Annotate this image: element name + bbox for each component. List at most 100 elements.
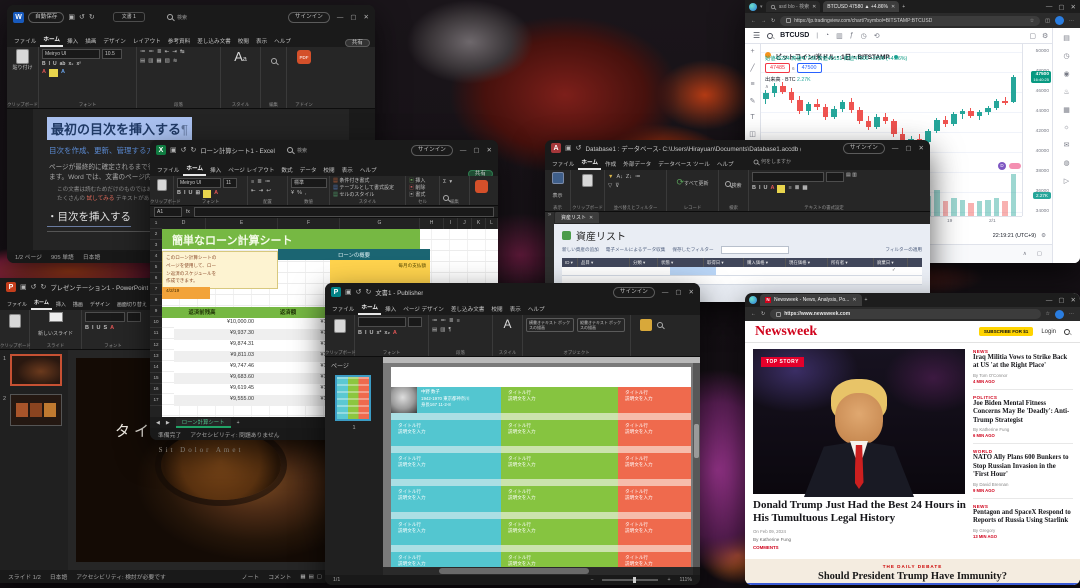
search-icon[interactable] [1064, 329, 1070, 335]
add-sheet-icon[interactable]: + [237, 420, 240, 426]
find-icon[interactable] [657, 322, 663, 328]
table-column-header[interactable]: 取得日 ▾ [704, 258, 744, 267]
row-header[interactable]: 4 [150, 251, 162, 262]
close-button[interactable]: ✕ [487, 146, 492, 154]
comments-button[interactable]: コメント [268, 572, 291, 581]
find-button[interactable]: 検索 [722, 172, 745, 192]
catalog-cell[interactable]: タイトル行説明文を入力 [391, 552, 501, 567]
cell-value[interactable]: ¥9,747.46 [174, 362, 260, 373]
menu-tab[interactable]: ホーム [40, 33, 63, 47]
menu-tab[interactable]: 挿入 [53, 299, 69, 310]
story-item[interactable]: NEWS Iraq Militia Vows to Strike Back at… [973, 349, 1073, 390]
table-column-header[interactable]: 所有者 ▾ [828, 258, 874, 267]
zoom-level[interactable]: 111% [680, 577, 693, 583]
row-header[interactable]: 6 [150, 273, 162, 284]
font-style-button[interactable]: B [42, 61, 46, 67]
column-header[interactable]: F [278, 218, 340, 229]
menu-tab[interactable]: デザイン [100, 35, 128, 47]
menu-tab[interactable]: ホーム [358, 301, 381, 315]
row-header[interactable]: 2 [150, 229, 162, 240]
paste-button[interactable] [582, 174, 593, 187]
format-table-button[interactable]: テーブルとして書式設定 [339, 185, 394, 191]
cell-value[interactable]: ¥9,683.60 [174, 373, 260, 384]
menu-tab[interactable]: データ [297, 164, 320, 176]
menu-tab[interactable]: ページ レイアウト [225, 164, 277, 176]
catalog-cell[interactable]: タイトル行説明文を入力 [501, 420, 618, 446]
catalog-cell[interactable]: タイトル行説明文を入力 [618, 453, 691, 479]
menu-tab[interactable]: ヘルプ [357, 164, 380, 176]
menu-tab[interactable]: ヘルプ [525, 303, 548, 315]
cell-value[interactable]: ¥9,811.03 [174, 351, 260, 362]
word-count[interactable]: 905 単語 [51, 252, 74, 261]
accessibility-status[interactable]: アクセシビリティ: 検討が必要です [76, 572, 166, 581]
zoom-slider[interactable] [602, 579, 658, 581]
menu-tab[interactable]: ページ デザイン [400, 303, 447, 315]
menu-tab[interactable]: ホーム [578, 156, 601, 170]
signin-button[interactable]: サインイン [843, 143, 885, 154]
close-button[interactable]: ✕ [1071, 3, 1076, 11]
replay-button[interactable]: ⟲ [874, 32, 880, 40]
row-header[interactable]: 17 [150, 395, 162, 406]
settings-menu-icon[interactable]: ⋯ [1069, 18, 1074, 24]
table-row[interactable]: ✓ [562, 267, 922, 276]
symbol-search-icon[interactable] [767, 33, 773, 39]
menu-tab[interactable]: 差し込み文書 [448, 303, 488, 315]
font-style-button[interactable]: U [53, 61, 57, 67]
table-header-row[interactable]: ID ▾品目 ▾分類 ▾状態 ▾取得日 ▾購入価格 ▾現在価格 ▾所有者 ▾廃棄… [562, 258, 922, 267]
menu-tab[interactable]: ホーム [183, 162, 206, 176]
table-column-header[interactable]: 品目 ▾ [578, 258, 630, 267]
menu-tab[interactable]: 差し込み文書 [194, 35, 234, 47]
row-header[interactable]: 15 [150, 373, 162, 384]
alert-button[interactable]: ◷ [861, 32, 867, 40]
main-headline[interactable]: Donald Trump Just Had the Best 24 Hours … [753, 499, 967, 525]
menu-tab[interactable]: データベース ツール [655, 158, 713, 170]
browser-tab-active[interactable]: BTCUSD 47580 ▲ +4.86%✕ [823, 1, 899, 12]
arrange-icon[interactable] [640, 319, 652, 331]
menu-tab[interactable]: ファイル [11, 35, 39, 47]
v-scrollbar[interactable] [693, 363, 700, 567]
reload-button[interactable]: ↻ [771, 18, 775, 24]
table-column-header[interactable]: 現在価格 ▾ [786, 258, 828, 267]
drawing-tool-icon[interactable]: ≡ [750, 81, 754, 88]
catalog-cell[interactable]: 中野 数子1942-1970 東京都神奈川身長167 11-2-8 [391, 387, 501, 413]
story-item[interactable]: WORLD NATO Ally Plans 600 Bunkers to Sto… [973, 444, 1073, 498]
minimize-button[interactable]: — [1046, 297, 1053, 304]
tv-price-scale[interactable]: 47500 16:40:25 2.27K 5000048000460004400… [1022, 44, 1052, 216]
redo-icon[interactable]: ↻ [366, 288, 372, 296]
menu-tab[interactable]: ファイル [154, 164, 182, 176]
catalog-cell[interactable]: タイトル行説明文を入力 [501, 552, 618, 567]
slide-indicator[interactable]: スライド 1/2 [8, 572, 41, 581]
language-indicator[interactable]: 日本語 [50, 572, 67, 581]
page-thumbnail[interactable] [335, 375, 371, 421]
note-box[interactable]: このローン計算シートのページを使用して、ローン返済のスケジュールを作成できます。 [162, 251, 278, 289]
new-tab-button[interactable]: + [865, 297, 868, 303]
save-icon[interactable]: ▣ [565, 144, 572, 152]
search-icon[interactable] [167, 14, 173, 20]
slide-subtitle[interactable]: Sit Dolor Amet [76, 446, 326, 454]
menu-tab[interactable]: 画面切り替え [114, 299, 150, 310]
cell-value[interactable]: ¥9,619.45 [174, 384, 260, 395]
panel-collapse-icon[interactable]: ∧ [1023, 251, 1027, 257]
menu-tab[interactable]: 校閲 [320, 164, 337, 176]
chart-type-button[interactable]: ▥ [836, 32, 843, 40]
language-indicator[interactable]: 日本語 [83, 252, 100, 261]
cell-value[interactable]: ¥9,937.30 [174, 329, 260, 340]
row-header[interactable]: 7 [150, 284, 162, 295]
paste-button[interactable] [9, 314, 21, 328]
daily-debate-band[interactable]: THE DAILY DEBATE Should President Trump … [745, 559, 1080, 583]
font-style-button[interactable]: x₂ [68, 61, 73, 67]
interval-button[interactable]: ◔ [825, 32, 829, 39]
menu-tab[interactable]: 参考資料 [165, 35, 193, 47]
object-tab[interactable]: 資産リスト✕ [555, 212, 599, 223]
find-icon[interactable] [271, 58, 277, 64]
row-header[interactable]: 9 [150, 306, 162, 317]
catalog-cell[interactable]: タイトル行説明文を入力 [501, 387, 618, 413]
login-link[interactable]: Login [1041, 329, 1056, 335]
comments-link[interactable]: COMMENTS [753, 545, 779, 550]
signin-button[interactable]: サインイン [288, 12, 330, 23]
drawing-tool-icon[interactable]: ◫ [749, 130, 756, 138]
save-icon[interactable]: ▣ [20, 283, 27, 291]
undo-icon[interactable]: ↺ [181, 146, 187, 154]
extensions-icon[interactable]: ◫ [1045, 18, 1050, 24]
catalog-cell[interactable]: タイトル行説明文を入力 [618, 420, 691, 446]
